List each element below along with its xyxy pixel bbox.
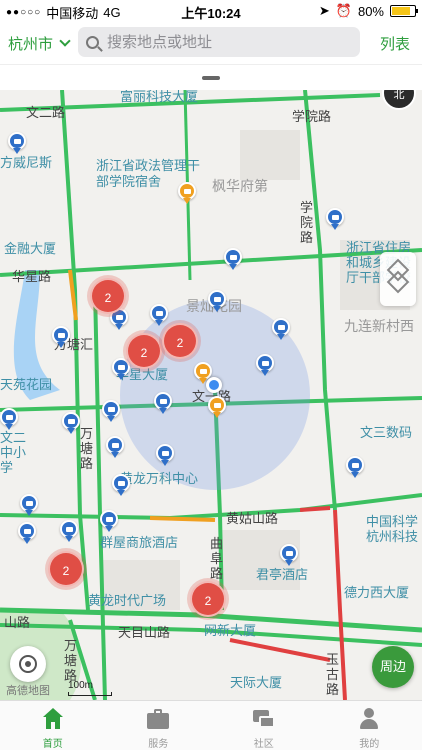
user-icon — [357, 707, 381, 731]
facility-pin[interactable] — [150, 304, 168, 326]
map-layer-button[interactable] — [380, 252, 416, 306]
tab-service[interactable]: 服务 — [106, 701, 212, 750]
map-view[interactable]: 文二路 学院路 富丽科技大厦 方威尼斯 浙江省政法管理干部学院宿舍 枫华府第 学… — [0, 90, 422, 700]
map-label: 万塘路 — [80, 426, 94, 471]
facility-pin[interactable] — [154, 392, 172, 414]
battery-label: 80% — [357, 3, 384, 19]
marker-cluster[interactable]: 2 — [90, 278, 126, 314]
map-label: 方威尼斯 — [0, 155, 53, 170]
top-nav: 杭州市 列表 — [0, 22, 422, 64]
scale-label: 100m — [68, 680, 94, 691]
facility-pin[interactable] — [112, 358, 130, 380]
map-label: 学院路 — [300, 200, 314, 245]
map-label: 枫华府第 — [212, 178, 268, 194]
tab-community[interactable]: 社区 — [211, 701, 317, 750]
facility-pin[interactable] — [346, 456, 364, 478]
crosshair-dot — [25, 661, 31, 667]
marker-cluster[interactable]: 2 — [48, 551, 84, 587]
facility-pin[interactable] — [62, 412, 80, 434]
city-label: 杭州市 — [8, 36, 54, 53]
facility-pin[interactable] — [52, 326, 70, 348]
map-label: 玉古路 — [326, 652, 340, 697]
map-label: 天目山路 — [118, 625, 171, 640]
marker-cluster[interactable]: 2 — [190, 581, 226, 617]
facility-pin[interactable] — [106, 436, 124, 458]
map-label: 金融大厦 — [4, 241, 57, 256]
tab-label: 服务 — [148, 739, 169, 750]
map-label: 网新大厦 — [204, 623, 257, 638]
map-label: 天苑花园 — [0, 377, 53, 392]
map-label: 万塘路 — [64, 638, 78, 683]
search-icon — [86, 35, 99, 49]
tab-label: 社区 — [253, 739, 274, 750]
alarm-icon: ⏰ — [335, 3, 352, 18]
map-label: 黄龙时代广场 — [88, 593, 167, 608]
battery-icon — [390, 5, 418, 17]
map-scale: 100m — [68, 680, 112, 696]
map-label: 中国科学杭州科技 — [366, 514, 419, 544]
facility-pin[interactable] — [156, 444, 174, 466]
map-label: 山路 — [4, 615, 31, 630]
map-watermark: 高德地图 — [6, 685, 50, 697]
city-selector[interactable]: 杭州市 — [8, 33, 71, 54]
map-label: 黄姑山路 — [226, 511, 279, 526]
location-arrow-icon: ➤ — [318, 3, 330, 18]
facility-pin[interactable] — [8, 132, 26, 154]
facility-pin[interactable] — [224, 248, 242, 270]
facility-pin[interactable] — [102, 400, 120, 422]
facility-pin[interactable] — [100, 510, 118, 532]
list-view-button[interactable]: 列表 — [380, 33, 410, 54]
search-input[interactable] — [107, 33, 337, 51]
facility-pin-orange[interactable] — [178, 182, 196, 204]
map-label: 九连新村西 — [344, 318, 414, 334]
tab-mine[interactable]: 我的 — [317, 701, 422, 750]
facility-pin[interactable] — [326, 208, 344, 230]
tab-home[interactable]: 首页 — [0, 701, 106, 750]
map-label: 文三数码 — [360, 425, 413, 440]
facility-pin[interactable] — [20, 494, 38, 516]
bottom-tab-bar: 首页 服务 社区 我的 — [0, 700, 422, 750]
facility-pin[interactable] — [272, 318, 290, 340]
map-label: 学院路 — [292, 109, 332, 124]
map-label: 曲阜路 — [210, 536, 224, 581]
briefcase-icon — [146, 707, 170, 731]
map-label: 黄龙万科中心 — [120, 471, 199, 486]
map-label: 富丽科技大厦 — [120, 90, 199, 104]
drag-handle[interactable] — [202, 76, 220, 80]
facility-pin[interactable] — [208, 290, 226, 312]
facility-pin-orange[interactable] — [208, 396, 226, 418]
status-bar: ●●○○○ 中国移动 4G 上午10:24 ➤ ⏰ 80% — [0, 0, 422, 22]
map-drag-strip[interactable] — [0, 64, 422, 90]
nearby-button[interactable]: 周边 — [372, 646, 414, 688]
locate-button[interactable] — [10, 646, 46, 682]
marker-cluster[interactable]: 2 — [162, 323, 198, 359]
map-label: 文二中小学 — [0, 430, 27, 475]
chevron-down-icon — [59, 35, 71, 47]
chat-icon — [252, 707, 276, 731]
map-label: 君亭酒店 — [256, 567, 309, 582]
facility-pin[interactable] — [0, 408, 18, 430]
map-label: 德力西大厦 — [344, 585, 410, 600]
facility-pin[interactable] — [256, 354, 274, 376]
tab-label: 我的 — [359, 739, 380, 750]
facility-pin[interactable] — [112, 474, 130, 496]
facility-pin[interactable] — [18, 522, 36, 544]
current-location-dot — [206, 377, 222, 393]
status-right: ➤ ⏰ 80% — [318, 3, 418, 19]
map-label: 群屋商旅酒店 — [100, 535, 179, 550]
scale-bar — [68, 692, 112, 696]
tab-label: 首页 — [42, 739, 63, 750]
facility-pin[interactable] — [280, 544, 298, 566]
map-label: 华星路 — [12, 269, 52, 284]
map-label: 文二路 — [26, 105, 66, 120]
map-label: 天际大厦 — [230, 675, 283, 690]
search-box[interactable] — [78, 27, 360, 57]
facility-pin[interactable] — [60, 520, 78, 542]
home-icon — [41, 707, 65, 731]
marker-cluster[interactable]: 2 — [126, 333, 162, 369]
